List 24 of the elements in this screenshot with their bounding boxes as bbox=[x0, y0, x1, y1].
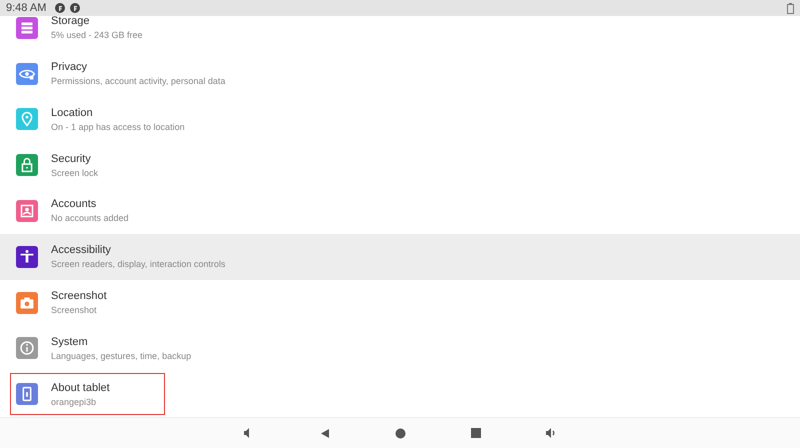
setting-summary: Screen readers, display, interaction controls bbox=[51, 259, 226, 270]
setting-title: Accessibility bbox=[51, 244, 112, 256]
recents-icon[interactable] bbox=[468, 425, 484, 441]
setting-summary: Permissions, account activity, personal data bbox=[51, 76, 226, 86]
notification-icon bbox=[70, 3, 80, 13]
setting-summary: On - 1 app has access to location bbox=[51, 122, 185, 132]
setting-summary: 5% used - 243 GB free bbox=[51, 30, 143, 40]
setting-summary: Languages, gestures, time, backup bbox=[51, 350, 192, 361]
setting-summary: orangepi3b bbox=[51, 396, 98, 407]
setting-title: Location bbox=[51, 106, 94, 119]
battery-icon bbox=[787, 2, 794, 14]
setting-title: Screenshot bbox=[51, 290, 107, 302]
setting-title: Security bbox=[51, 152, 92, 165]
setting-title: About tablet bbox=[51, 382, 110, 394]
setting-title: System bbox=[51, 336, 89, 348]
setting-summary: Screen lock bbox=[51, 168, 98, 178]
setting-title: Privacy bbox=[51, 61, 88, 74]
setting-title: Storage bbox=[51, 16, 91, 28]
setting-title: Accounts bbox=[51, 198, 98, 210]
setting-summary: No accounts added bbox=[51, 213, 129, 224]
settings-item[interactable]: Accessibility Screen readers, display, interaction controls bbox=[0, 234, 800, 280]
status-time: 9:48 AM bbox=[6, 2, 46, 14]
notification-icon bbox=[55, 3, 66, 13]
setting-summary: Screenshot bbox=[51, 305, 98, 315]
